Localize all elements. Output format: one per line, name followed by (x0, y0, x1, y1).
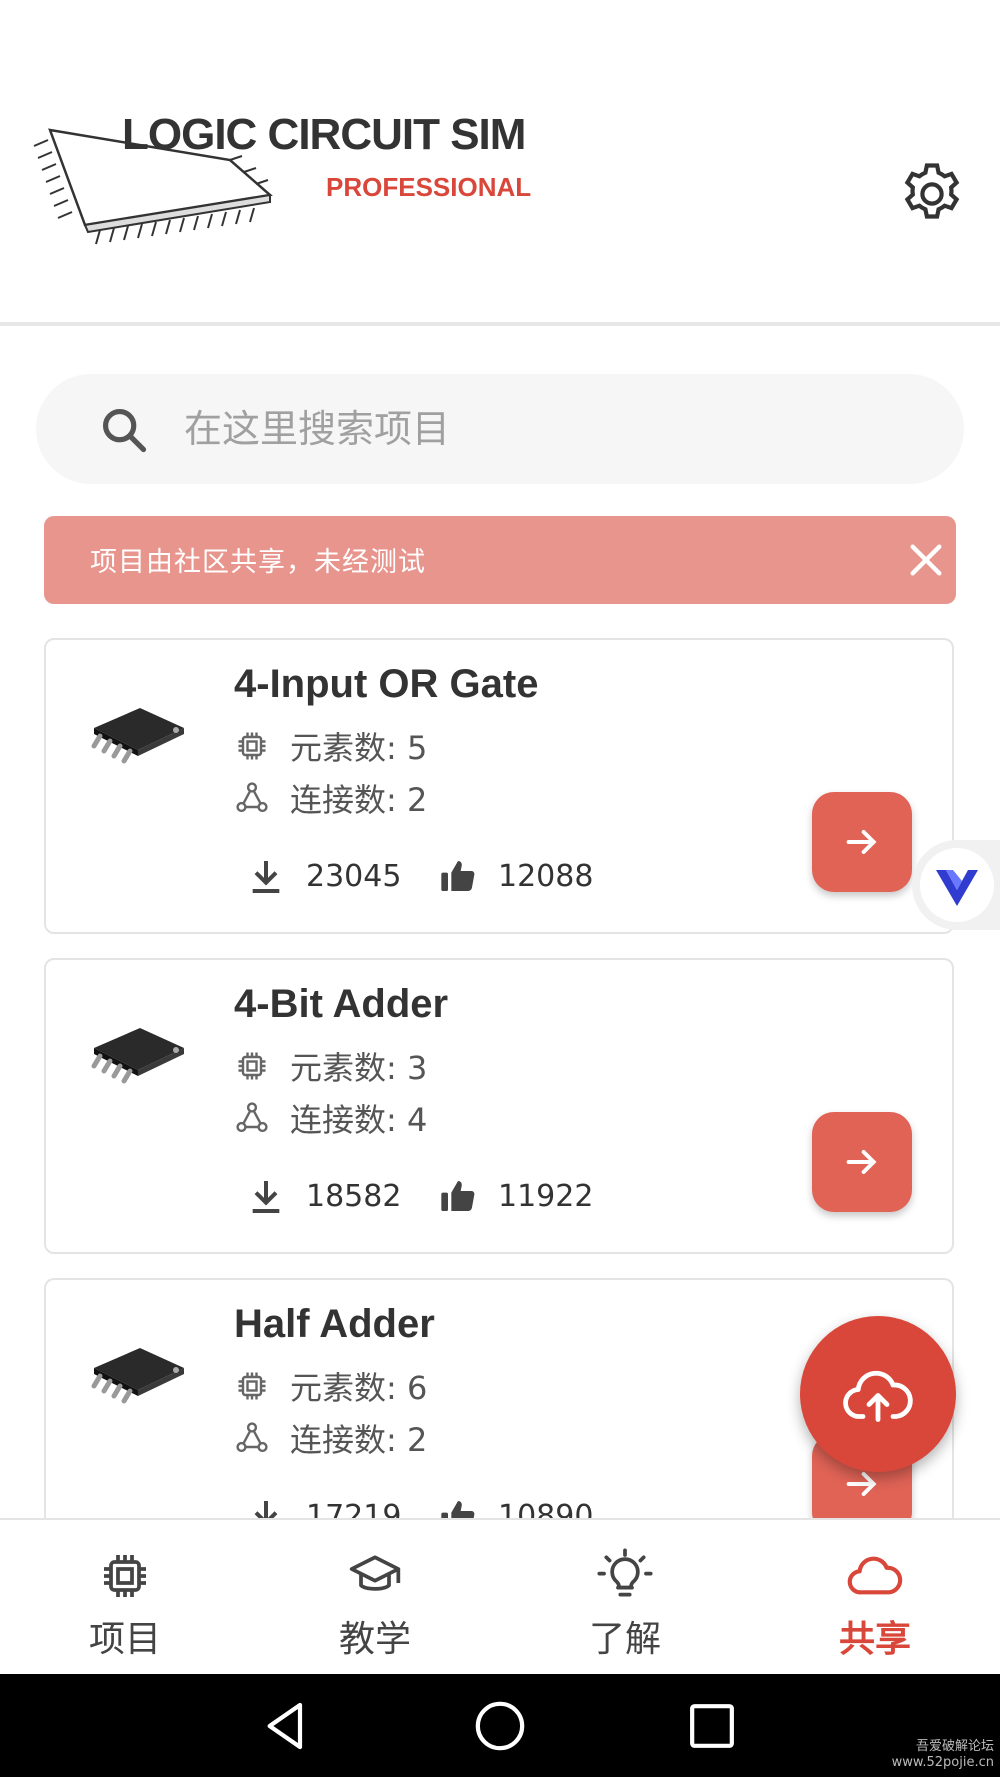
nav-item-share[interactable]: 共享 (750, 1520, 1000, 1676)
app-header: LOGIC CIRCUIT SIM PROFESSIONAL (0, 0, 1000, 326)
floating-assistant-badge[interactable] (912, 840, 1000, 930)
nodes-icon (236, 1102, 268, 1133)
nav-item-projects[interactable]: 项目 (0, 1520, 250, 1676)
connection-count: 连接数: 2 (234, 778, 428, 819)
element-count: 元素数: 6 (234, 1366, 428, 1407)
recents-icon[interactable] (684, 1698, 740, 1754)
notice-text: 项目由社区共享，未经测试 (90, 547, 426, 578)
download-icon (252, 1181, 280, 1213)
chip-icon (238, 1052, 266, 1080)
open-project-button[interactable] (812, 1112, 912, 1212)
graduation-cap-icon (349, 1555, 401, 1591)
nav-item-learn[interactable]: 了解 (500, 1520, 750, 1676)
nav-label: 了解 (588, 1619, 661, 1660)
thumbs-up-icon (441, 1181, 475, 1211)
search-input[interactable] (184, 402, 884, 456)
element-count-text: 元素数: 3 (290, 1049, 428, 1087)
download-count: 23045 (306, 858, 402, 894)
chip-image (91, 1028, 184, 1084)
download-stat: 23045 (246, 852, 401, 900)
like-count: 12088 (498, 858, 594, 894)
arrow-right-icon (846, 830, 877, 854)
project-title: Half Adder (234, 1302, 435, 1346)
thumbs-up-icon (441, 861, 475, 891)
nav-label: 项目 (88, 1619, 161, 1660)
back-icon[interactable] (258, 1698, 314, 1754)
app-logo: LOGIC CIRCUIT SIM PROFESSIONAL (30, 110, 590, 270)
project-card[interactable]: 4-Bit Adder 元素数: 3 连接数: 4 18582 11922 (44, 958, 954, 1254)
cloud-icon (847, 1556, 903, 1595)
connection-count-text: 连接数: 4 (290, 1101, 428, 1139)
home-icon[interactable] (472, 1698, 528, 1754)
download-stat: 17219 (246, 1492, 401, 1518)
download-icon (254, 1501, 278, 1518)
badge-inner (920, 848, 994, 922)
arrow-right-icon (846, 1150, 877, 1174)
open-project-button[interactable] (812, 792, 912, 892)
nav-label: 教学 (338, 1619, 411, 1660)
connection-count: 连接数: 2 (234, 1418, 428, 1459)
chip-icon (238, 732, 266, 760)
like-stat: 11922 (438, 1172, 593, 1220)
watermark: 吾爱破解论坛 www.52pojie.cn (892, 1739, 994, 1771)
like-count: 10890 (498, 1498, 594, 1519)
v-logo-icon (936, 870, 978, 906)
nav-label: 共享 (838, 1619, 911, 1660)
chip-image (91, 708, 184, 764)
project-title: 4-Bit Adder (234, 982, 449, 1026)
lightbulb-icon (597, 1548, 653, 1597)
watermark-line1: 吾爱破解论坛 (915, 1739, 994, 1754)
chip-icon (238, 1372, 266, 1400)
watermark-line2: www.52pojie.cn (891, 1755, 994, 1770)
element-count-text: 元素数: 5 (290, 729, 428, 767)
cloud-upload-icon (843, 1370, 913, 1422)
search-bar[interactable] (36, 374, 964, 484)
element-count: 元素数: 3 (234, 1046, 428, 1087)
header-divider (0, 322, 1000, 326)
project-card[interactable]: 4-Input OR Gate 元素数: 5 连接数: 2 23045 1208… (44, 638, 954, 934)
system-navigation-bar: 吾爱破解论坛 www.52pojie.cn (0, 1674, 1000, 1777)
like-stat: 12088 (438, 852, 593, 900)
gear-icon[interactable] (896, 158, 968, 230)
thumbs-up-icon (441, 1501, 475, 1518)
nodes-icon (236, 782, 268, 813)
upload-fab[interactable] (800, 1316, 956, 1472)
element-count-text: 元素数: 6 (290, 1369, 428, 1407)
connection-count: 连接数: 4 (234, 1098, 428, 1139)
download-icon (252, 861, 280, 893)
download-count: 18582 (306, 1178, 402, 1214)
nav-item-tutorials[interactable]: 教学 (250, 1520, 500, 1676)
chip-icon (104, 1555, 146, 1597)
logo-title: LOGIC CIRCUIT SIM (122, 110, 526, 159)
chip-image (91, 1348, 184, 1404)
bottom-navigation: 项目 教学 了解 共享 (0, 1518, 1000, 1676)
download-count: 17219 (306, 1498, 402, 1519)
notice-banner: 项目由社区共享，未经测试 (44, 516, 956, 604)
project-title: 4-Input OR Gate (234, 662, 539, 706)
logo-subtitle: PROFESSIONAL (326, 172, 532, 202)
element-count: 元素数: 5 (234, 726, 428, 767)
like-count: 11922 (498, 1178, 594, 1214)
connection-count-text: 连接数: 2 (290, 781, 428, 819)
close-icon[interactable] (906, 540, 946, 580)
search-icon (102, 408, 147, 453)
like-stat: 10890 (438, 1492, 593, 1518)
connection-count-text: 连接数: 2 (290, 1421, 428, 1459)
nodes-icon (236, 1422, 268, 1453)
download-stat: 18582 (246, 1172, 401, 1220)
